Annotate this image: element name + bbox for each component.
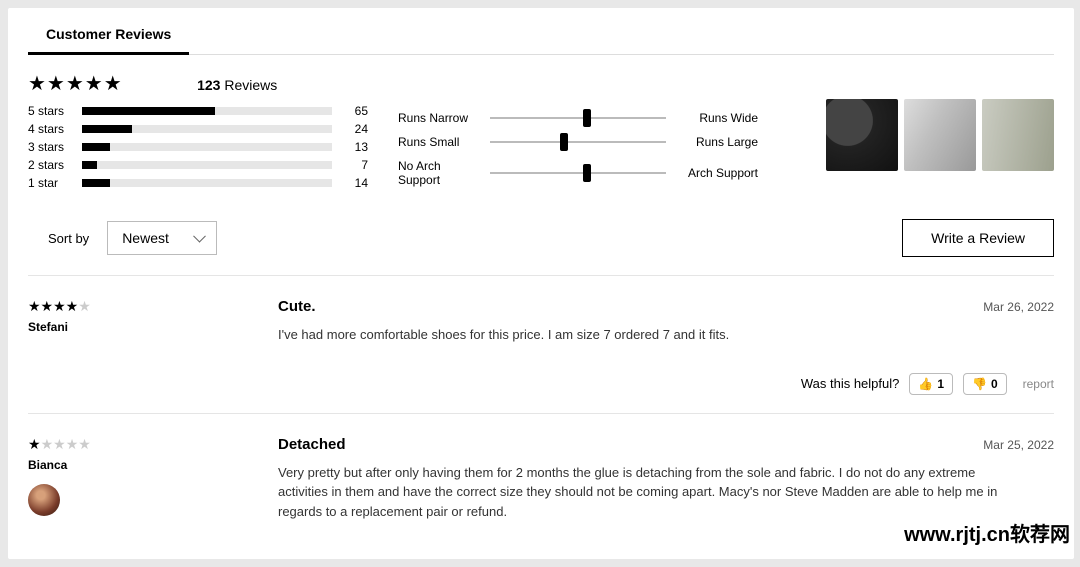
review-stars: ★★★★★ [28,436,91,453]
thumbs-down-icon: 👎 [972,377,987,391]
review-item: ★★★★★ Bianca Detached Mar 25, 2022 Very pret… [28,413,1054,540]
reviews-summary: ★★★★★ 123 Reviews 5 stars 65 4 stars 24 3 st… [28,71,1054,197]
fit-column: Runs Narrow Runs Wide Runs Small Runs Large… [398,71,758,197]
report-link[interactable]: report [1023,377,1054,391]
review-stars: ★★★★★ [28,298,91,315]
reviews-panel: Customer Reviews ★★★★★ 123 Reviews 5 sta… [8,8,1074,559]
breakdown-bar [82,179,332,187]
reviews-count: 123 Reviews [197,77,277,93]
review-body: I've had more comfortable shoes for this… [278,325,998,345]
rating-column: ★★★★★ 123 Reviews 5 stars 65 4 stars 24 3 st… [28,71,368,197]
review-body: Very pretty but after only having them f… [278,463,998,522]
fit-knob [583,109,591,127]
reviews-count-suffix: Reviews [224,77,277,93]
review-title: Detached [278,436,346,453]
fit-row: No Arch Support Arch Support [398,159,758,187]
review-author-col: ★★★★★ Bianca [28,436,258,522]
breakdown-label: 4 stars [28,122,72,136]
breakdown-count: 24 [342,122,368,136]
review-photos [788,71,1054,197]
breakdown-label: 3 stars [28,140,72,154]
breakdown-bar [82,161,332,169]
review-date: Mar 26, 2022 [983,300,1054,314]
review-photo-thumb[interactable] [904,99,976,171]
overall-stars: ★★★★★ [28,71,123,96]
fit-right-label: Runs Wide [678,111,758,125]
breakdown-count: 14 [342,176,368,190]
breakdown-row[interactable]: 2 stars 7 [28,158,368,172]
tab-header: Customer Reviews [28,20,1054,55]
review-main: Cute. Mar 26, 2022 I've had more comfortab… [278,298,1054,395]
fit-row: Runs Small Runs Large [398,135,758,149]
breakdown-row[interactable]: 4 stars 24 [28,122,368,136]
sort-label: Sort by [48,231,89,246]
breakdown-bar [82,107,332,115]
fit-track [490,172,666,174]
breakdown-label: 5 stars [28,104,72,118]
review-author: Stefani [28,320,258,334]
tab-customer-reviews[interactable]: Customer Reviews [28,20,189,55]
reviews-controls: Sort by Newest Write a Review [28,219,1054,275]
breakdown-label: 2 stars [28,158,72,172]
breakdown-row[interactable]: 5 stars 65 [28,104,368,118]
thumbs-up-button[interactable]: 👍1 [909,373,953,395]
fit-track [490,141,666,143]
sort-dropdown[interactable]: Newest [107,221,217,255]
fit-left-label: No Arch Support [398,159,478,187]
review-photo-thumb[interactable] [982,99,1054,171]
sort-area: Sort by Newest [48,221,217,255]
helpful-row: Was this helpful? 👍1 👎0 report [278,373,1054,395]
fit-left-label: Runs Narrow [398,111,478,125]
review-photo-thumb[interactable] [826,99,898,171]
review-author: Bianca [28,458,258,472]
breakdown-bar [82,125,332,133]
fit-knob [560,133,568,151]
breakdown-label: 1 star [28,176,72,190]
helpful-prompt: Was this helpful? [801,376,900,391]
sort-dropdown-value: Newest [122,230,169,246]
breakdown-row[interactable]: 1 star 14 [28,176,368,190]
write-review-button[interactable]: Write a Review [902,219,1054,257]
fit-knob [583,164,591,182]
rating-breakdown: 5 stars 65 4 stars 24 3 stars 13 2 stars 7 1 sta… [28,104,368,190]
breakdown-bar [82,143,332,151]
review-date: Mar 25, 2022 [983,438,1054,452]
review-author-col: ★★★★★ Stefani [28,298,258,395]
thumbs-up-icon: 👍 [918,377,933,391]
fit-track [490,117,666,119]
reviews-count-number: 123 [197,77,220,93]
breakdown-count: 7 [342,158,368,172]
breakdown-row[interactable]: 3 stars 13 [28,140,368,154]
fit-row: Runs Narrow Runs Wide [398,111,758,125]
breakdown-count: 65 [342,104,368,118]
review-item: ★★★★★ Stefani Cute. Mar 26, 2022 I've had mo… [28,275,1054,413]
reviews-list: ★★★★★ Stefani Cute. Mar 26, 2022 I've had mo… [28,275,1054,539]
review-title: Cute. [278,298,316,315]
fit-left-label: Runs Small [398,135,478,149]
avatar [28,484,60,516]
review-main: Detached Mar 25, 2022 Very pretty but afte… [278,436,1054,522]
breakdown-count: 13 [342,140,368,154]
fit-right-label: Runs Large [678,135,758,149]
fit-right-label: Arch Support [678,166,758,180]
thumbs-down-button[interactable]: 👎0 [963,373,1007,395]
